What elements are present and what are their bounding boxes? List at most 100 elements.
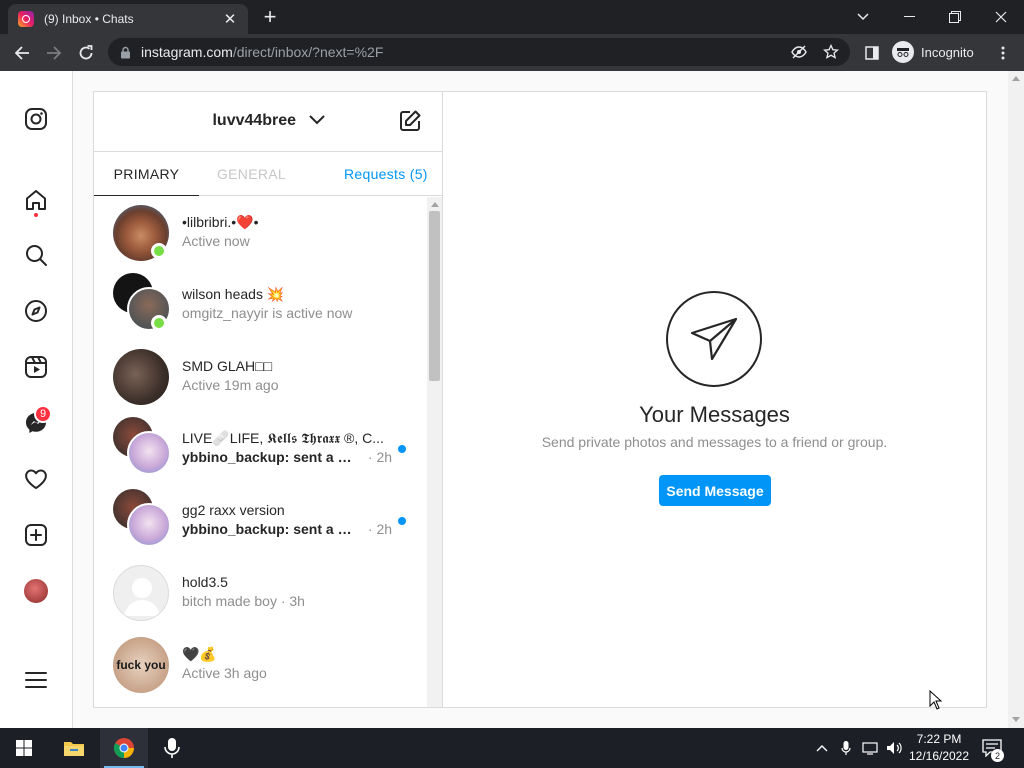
eye-slash-icon[interactable] <box>791 45 807 59</box>
restore-button[interactable] <box>932 0 978 34</box>
thread-name: wilson heads 💥 <box>182 286 285 302</box>
forward-arrow-icon[interactable] <box>41 40 67 66</box>
new-message-compose-icon[interactable] <box>398 109 422 138</box>
send-message-button[interactable]: Send Message <box>659 475 771 506</box>
empty-state-subtitle: Send private photos and messages to a fr… <box>541 434 888 450</box>
address-bar[interactable]: instagram.com/direct/inbox/?next=%2F <box>108 38 850 66</box>
search-icon[interactable] <box>22 241 50 269</box>
file-explorer-icon[interactable] <box>50 728 98 768</box>
thread-last-message: ybbino_backup: sent a mes... · 2h <box>182 449 392 465</box>
thread-item[interactable]: fuck you 🖤💰 Active 3h ago <box>94 629 427 701</box>
thread-item[interactable]: wilson heads 💥 omgitz_nayyir is active n… <box>94 269 427 341</box>
clock-time: 7:22 PM <box>916 732 962 746</box>
side-panel-icon[interactable] <box>859 40 885 66</box>
notification-count: 2 <box>991 749 1004 762</box>
home-icon[interactable] <box>22 186 50 214</box>
thread-avatar: fuck you <box>113 637 169 693</box>
page-scroll-down-arrow-icon[interactable] <box>1012 717 1020 722</box>
chevron-down-icon <box>308 115 325 125</box>
create-post-icon[interactable] <box>22 521 50 549</box>
show-hidden-icons-chevron-icon[interactable] <box>816 728 828 768</box>
message-time: · 2h <box>364 449 393 465</box>
thread-list: •lilbribri.•❤️• Active now wilson heads … <box>94 197 427 707</box>
back-arrow-icon[interactable] <box>9 40 35 66</box>
thread-item[interactable]: •lilbribri.•❤️• Active now <box>94 197 427 269</box>
thread-status: Active 19m ago <box>182 377 279 393</box>
thread-status: Active now <box>182 233 250 249</box>
network-icon[interactable] <box>862 728 880 768</box>
inbox-header: luvv44bree <box>94 92 443 152</box>
page-scrollbar[interactable] <box>1008 71 1024 728</box>
thread-avatar <box>113 349 169 405</box>
inbox-panel: luvv44bree PRIMARY GENERAL Requests (5) … <box>93 91 987 708</box>
thread-name: 🖤💰 <box>182 646 217 662</box>
tab-general[interactable]: GENERAL <box>199 152 304 196</box>
reels-icon[interactable] <box>22 353 50 381</box>
paper-plane-icon <box>666 291 762 387</box>
voice-recorder-icon[interactable] <box>148 728 196 768</box>
thread-name: hold3.5 <box>182 574 228 590</box>
thread-list-column: luvv44bree PRIMARY GENERAL Requests (5) … <box>94 92 443 707</box>
close-tab-icon[interactable]: ✕ <box>222 10 238 28</box>
incognito-profile-button[interactable]: Incognito <box>892 39 974 65</box>
tab-search-chevron-icon[interactable] <box>840 0 886 34</box>
unread-indicator <box>398 445 406 453</box>
notifications-icon[interactable]: 2 <box>982 728 1004 768</box>
online-indicator <box>151 243 167 259</box>
instagram-sidebar: 9 <box>0 71 73 728</box>
thread-item[interactable]: SMD GLAH□□ Active 19m ago <box>94 341 427 413</box>
browser-menu-icon[interactable] <box>990 40 1016 66</box>
unread-indicator <box>398 517 406 525</box>
scroll-thumb[interactable] <box>429 211 440 381</box>
scroll-up-arrow-icon[interactable] <box>431 202 439 207</box>
instagram-logo-icon[interactable] <box>22 105 50 133</box>
tab-title: (9) Inbox • Chats <box>44 12 134 26</box>
thread-item[interactable]: LIVE🩹LIFE, 𝕶𝖊𝖑𝖑𝖘 𝕿𝖍𝖗𝖆𝖝𝖝 ®, C... ybbino_b… <box>94 413 427 485</box>
microphone-tray-icon[interactable] <box>841 728 851 768</box>
mouse-cursor-icon <box>929 690 942 710</box>
thread-last-message: ybbino_backup: sent a mes... · 2h <box>182 521 392 537</box>
browser-titlebar: (9) Inbox • Chats ✕ + <box>0 0 1024 34</box>
browser-toolbar: instagram.com/direct/inbox/?next=%2F Inc… <box>0 34 1024 71</box>
default-avatar <box>113 565 169 621</box>
avatar-text: fuck you <box>116 658 166 672</box>
heart-notifications-icon[interactable] <box>22 465 50 493</box>
account-username: luvv44bree <box>212 112 297 129</box>
online-indicator <box>151 315 167 331</box>
incognito-icon <box>892 41 914 63</box>
close-window-button[interactable] <box>978 0 1024 34</box>
tab-requests[interactable]: Requests (5) <box>344 152 428 196</box>
explore-compass-icon[interactable] <box>22 297 50 325</box>
browser-tab[interactable]: (9) Inbox • Chats ✕ <box>8 4 248 34</box>
star-bookmark-icon[interactable] <box>823 44 839 60</box>
reload-icon[interactable] <box>73 40 99 66</box>
incognito-label: Incognito <box>921 44 974 60</box>
clock-date: 12/16/2022 <box>908 749 970 763</box>
windows-start-icon[interactable] <box>0 728 48 768</box>
thread-name: •lilbribri.•❤️• <box>182 214 259 230</box>
more-menu-icon[interactable] <box>22 666 50 694</box>
url-text: instagram.com/direct/inbox/?next=%2F <box>141 44 384 60</box>
message-preview: ybbino_backup: sent a mes... <box>182 521 364 537</box>
home-notification-dot <box>34 213 38 217</box>
tab-primary[interactable]: PRIMARY <box>94 152 199 196</box>
thread-name: gg2 raxx version <box>182 502 285 518</box>
windows-taskbar: 7:22 PM 12/16/2022 2 <box>0 728 1024 768</box>
thread-status: Active 3h ago <box>182 665 267 681</box>
thread-name: SMD GLAH□□ <box>182 358 273 374</box>
message-time: · 2h <box>364 521 393 537</box>
thread-item[interactable]: hold3.5 bitch made boy · 3h <box>94 557 427 629</box>
thread-list-scrollbar[interactable] <box>427 197 442 707</box>
page-scroll-up-arrow-icon[interactable] <box>1012 76 1020 81</box>
profile-avatar[interactable] <box>22 577 50 605</box>
account-switcher[interactable]: luvv44bree <box>94 112 443 130</box>
thread-item[interactable]: gg2 raxx version ybbino_backup: sent a m… <box>94 485 427 557</box>
new-tab-button[interactable]: + <box>258 5 282 29</box>
chrome-taskbar-icon[interactable] <box>100 728 148 768</box>
instagram-favicon-icon <box>18 11 34 27</box>
messages-badge: 9 <box>34 405 52 423</box>
volume-icon[interactable] <box>886 728 904 768</box>
empty-state-title: Your Messages <box>639 402 790 427</box>
taskbar-clock[interactable]: 7:22 PM 12/16/2022 <box>904 731 974 765</box>
minimize-button[interactable] <box>886 0 932 34</box>
